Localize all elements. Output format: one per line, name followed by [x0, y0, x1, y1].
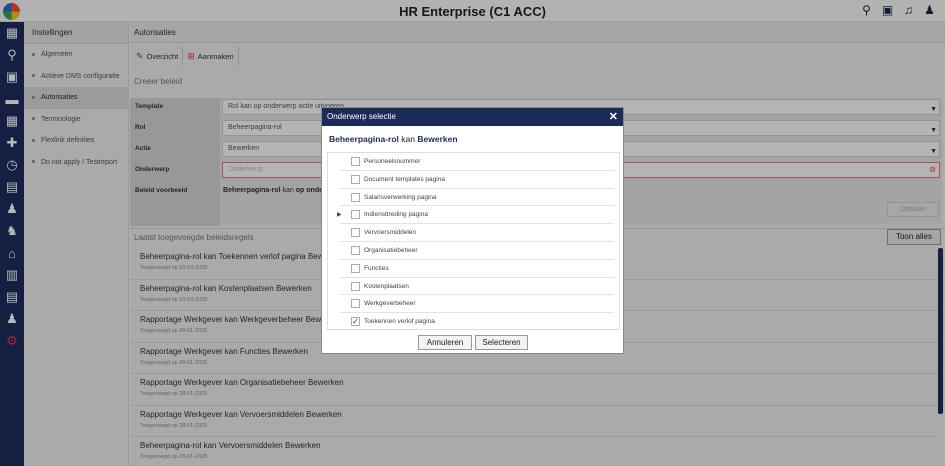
select-button[interactable]: Selecteren [475, 335, 528, 350]
option-label: Organisatiebeheer [364, 246, 418, 254]
option-row[interactable]: Document templates pagina [340, 171, 614, 189]
option-label: Indiensttreding pagina [364, 211, 428, 219]
option-row[interactable]: Personeelsnummer [340, 153, 614, 171]
option-row[interactable]: Organisatiebeheer [340, 242, 614, 260]
option-row[interactable]: ✓ Toekennen verlof pagina [340, 313, 614, 331]
option-checkbox[interactable] [351, 281, 360, 291]
option-label: Personeelsnummer [364, 158, 421, 165]
option-label: Vervoersmiddelen [364, 229, 417, 237]
option-checkbox[interactable] [351, 299, 360, 309]
option-row[interactable]: ▶ Indiensttreding pagina [337, 206, 614, 225]
cancel-button[interactable]: Annuleren [418, 335, 472, 350]
option-row[interactable]: Kostenplaatsen [340, 278, 614, 296]
option-checkbox[interactable] [351, 228, 360, 238]
subject-selection-dialog: Onderwerp selectie ✕ Beheerpagina-rol ka… [321, 107, 624, 354]
option-row[interactable]: Vervoersmiddelen [340, 224, 614, 242]
option-row[interactable]: Salarisverwerking pagina [340, 189, 614, 207]
option-checkbox[interactable] [351, 192, 360, 202]
option-row[interactable]: Werkgeverbeheer [340, 295, 614, 314]
option-row[interactable]: Functies [340, 260, 614, 278]
close-icon[interactable]: ✕ [609, 108, 618, 126]
option-checkbox[interactable] [351, 157, 360, 166]
option-checkbox[interactable] [351, 245, 360, 255]
option-label: Salarisverwerking pagina [364, 193, 437, 201]
dialog-title: Onderwerp selectie [327, 112, 396, 121]
option-checkbox[interactable] [351, 263, 360, 273]
option-checkbox[interactable]: ✓ [351, 317, 360, 327]
option-checkbox[interactable] [351, 174, 360, 184]
subject-options-list: Personeelsnummer Document templates pagin… [327, 152, 620, 330]
expand-icon[interactable]: ▶ [337, 211, 342, 218]
dialog-subtitle: Beheerpagina-rol kan Bewerken [329, 134, 458, 144]
option-label: Kostenplaatsen [364, 282, 409, 290]
dialog-header: Onderwerp selectie ✕ [322, 108, 623, 126]
option-label: Document templates pagina [364, 175, 445, 183]
option-label: Functies [364, 264, 389, 272]
option-checkbox[interactable] [351, 210, 360, 220]
option-label: Toekennen verlof pagina [364, 318, 435, 326]
option-label: Werkgeverbeheer [364, 300, 416, 308]
